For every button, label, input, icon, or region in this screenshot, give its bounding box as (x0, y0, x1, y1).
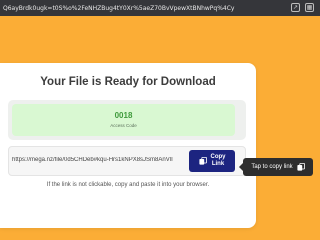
address-bar-icons: ↗ ▦ (291, 3, 314, 12)
copy-label-line1: Copy (210, 154, 226, 160)
copy-hint-text: If the link is not clickable, copy and p… (46, 182, 210, 188)
copy-icon (198, 157, 207, 165)
access-code-box: 0018 Access Code (12, 104, 235, 136)
tooltip-copy-icon (297, 163, 305, 171)
copy-label-line2: Link (211, 161, 225, 167)
extensions-icon[interactable]: ▦ (305, 3, 314, 12)
tooltip-text: Tap to copy link (251, 164, 293, 170)
copy-link-label: Copy Link (211, 154, 226, 168)
browser-address-bar[interactable]: Q6ayBrdk0ugk=t0S%o%2FeNHZBug4tY0Xr%5aeZ7… (0, 0, 320, 16)
copy-link-button[interactable]: Copy Link (189, 150, 235, 172)
download-link-text[interactable]: https://mega.nz/file/0d5CHDeb#kqu-Hrs1kN… (12, 157, 184, 163)
copy-tooltip: Tap to copy link (239, 158, 313, 176)
share-icon[interactable]: ↗ (291, 3, 300, 12)
access-code-label: Access Code (110, 123, 137, 128)
page-title: Your File is Ready for Download (40, 76, 216, 88)
address-url[interactable]: Q6ayBrdk0ugk=t0S%o%2FeNHZBug4tY0Xr%5aeZ7… (3, 5, 251, 12)
access-code-value: 0018 (114, 111, 133, 120)
